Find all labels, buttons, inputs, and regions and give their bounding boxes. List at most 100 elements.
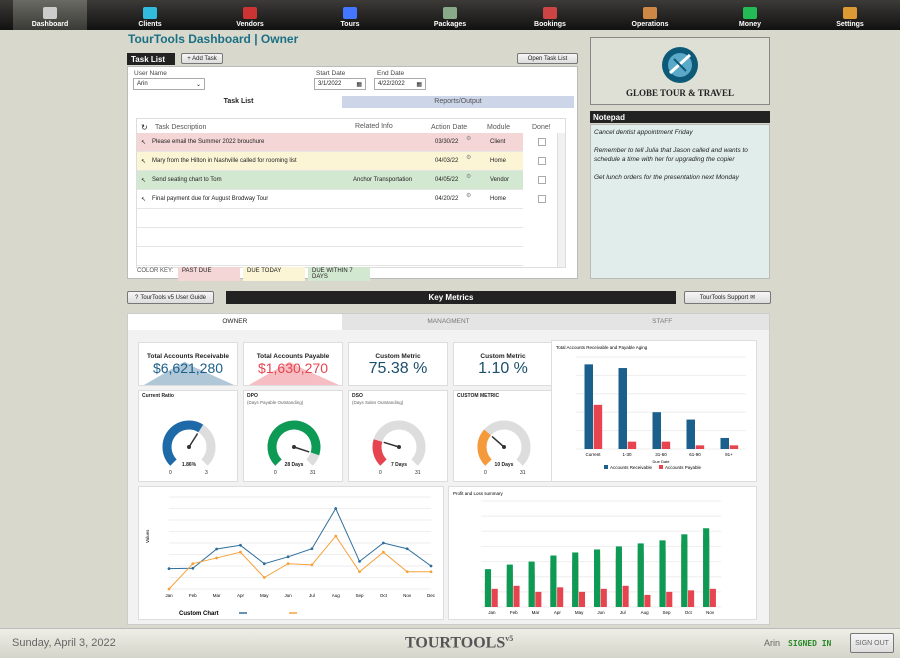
table-row[interactable]: ↖ Please email the Summer 2022 brouchure 0… [137,133,546,152]
drag-icon[interactable]: ↖ [141,177,146,184]
gauge-value: 7 Days [390,462,408,468]
start-date-input[interactable]: 3/1/2022 ▦ [314,78,366,90]
gear-icon[interactable]: ⚙ [466,154,471,161]
data-point [167,587,171,591]
bar [637,543,644,607]
tick-label: Sep [662,610,671,615]
done-checkbox[interactable] [538,138,546,146]
action-date: 04/03/22 [435,158,459,164]
data-point [358,560,361,563]
nav-clients[interactable]: Clients [113,0,187,30]
drag-icon[interactable]: ↖ [141,196,146,203]
nav-bookings[interactable]: Bookings [513,0,587,30]
bar [513,585,520,607]
data-point [262,562,266,566]
gauge-card: CUSTOM METRIC 10 Days 0 31 [453,390,553,482]
data-point [310,547,314,551]
gauge-subtitle: (Days Payable Outstanding) [247,400,304,405]
refresh-icon[interactable]: ↻ [141,123,148,132]
data-point [405,547,409,551]
brand-version: v5 [505,634,514,643]
gauge-title: Current Ratio [142,393,174,399]
bar [484,569,492,607]
done-checkbox[interactable] [538,195,546,203]
user-select[interactable]: Arin ⌄ [133,78,205,90]
nav-dashboard[interactable]: Dashboard [13,0,87,30]
nav-operations[interactable]: Operations [613,0,687,30]
notepad-textarea[interactable]: Cancel dentist appointment Friday Remembe… [590,124,770,279]
nav-money[interactable]: Money [713,0,787,30]
kpi-title: Custom Metric [480,353,526,360]
kpi-value: 1.10 % [478,360,528,377]
end-date-label: End Date [377,70,405,77]
bar [644,594,651,607]
nav-settings[interactable]: Settings [813,0,887,30]
user-value: Arin [137,81,148,87]
task-description: Send seating chart to Tom [152,177,222,183]
tick-label: 91+ [725,452,733,457]
bar [528,561,535,607]
notepad-line: Remember to tell Julia that Jason called… [594,147,748,163]
tab-owner[interactable]: OWNER [128,314,342,330]
module: Home [490,158,507,164]
data-point [358,570,361,574]
data-point [286,555,290,559]
tick-label: Apr [554,610,562,615]
end-date-input[interactable]: 4/22/2022 ▦ [374,78,426,90]
gear-icon[interactable]: ⚙ [466,192,471,199]
scrollbar[interactable] [557,133,565,267]
gear-icon[interactable]: ⚙ [466,173,471,180]
nav-packages[interactable]: Packages [413,0,487,30]
task-list-header: Task List [127,53,175,65]
bar [688,590,695,607]
nav-tours[interactable]: Tours [313,0,387,30]
tab-staff[interactable]: STAFF [555,314,770,330]
kpi-card: Custom Metric 1.10 % [453,342,553,386]
data-point [239,550,242,554]
tab-managment[interactable]: MANAGMENT [341,314,556,330]
tick-label: Nov [706,610,715,615]
table-row[interactable]: ↖ Send seating chart to Tom Anchor Transpo… [137,171,546,190]
tick-label: Aug [641,610,650,615]
add-task-button[interactable]: + Add Task [181,53,223,64]
operations-icon [643,7,657,19]
nav-label: Packages [433,21,467,28]
end-date-value: 4/22/2022 [378,81,405,87]
table-row[interactable]: ↖ Mary from the Hilton in Nashville calle… [137,152,546,171]
kpi-card: Custom Metric 75.38 % [348,342,448,386]
sign-out-button[interactable]: SIGN OUT [850,633,894,653]
top-nav: Dashboard Clients Vendors Tours Packages Book… [0,0,900,30]
gauge-max: 31 [415,470,421,476]
done-checkbox[interactable] [538,157,546,165]
color-key-item: DUE TODAY [243,267,305,281]
nav-vendors[interactable]: Vendors [213,0,287,30]
data-point [215,556,219,560]
nav-label: Clients [138,21,162,28]
drag-icon[interactable]: ↖ [141,158,146,165]
empty-row [137,228,523,247]
done-checkbox[interactable] [538,176,546,184]
gauge-min: 0 [169,470,172,476]
tick-label: Nov [403,593,412,598]
kpi-value: $6,621,280 [152,360,224,376]
bar [594,549,601,607]
user-guide-button[interactable]: ? TourTools v5 User Guide [127,291,214,304]
gauge-max: 31 [310,470,316,476]
tab-reports-output[interactable]: Reports/Output [342,96,574,108]
open-task-list-button[interactable]: Open Task List [517,53,578,64]
drag-icon[interactable]: ↖ [141,139,146,146]
tab-task-list[interactable]: Task List [135,96,342,108]
gear-icon[interactable]: ⚙ [466,135,471,142]
bar [557,587,564,607]
nav-label: Money [738,21,762,28]
bar [622,585,629,607]
bar [703,528,710,607]
tick-label: 1-30 [622,452,632,457]
bar [572,552,579,607]
bar [584,364,593,449]
table-row[interactable]: ↖ Final payment due for August Brodway To… [137,190,546,209]
support-button[interactable]: TourTools Support ✉ [684,291,771,304]
tick-label: Jul [620,610,626,615]
bar [506,564,513,607]
gauge-min: 0 [484,470,487,476]
